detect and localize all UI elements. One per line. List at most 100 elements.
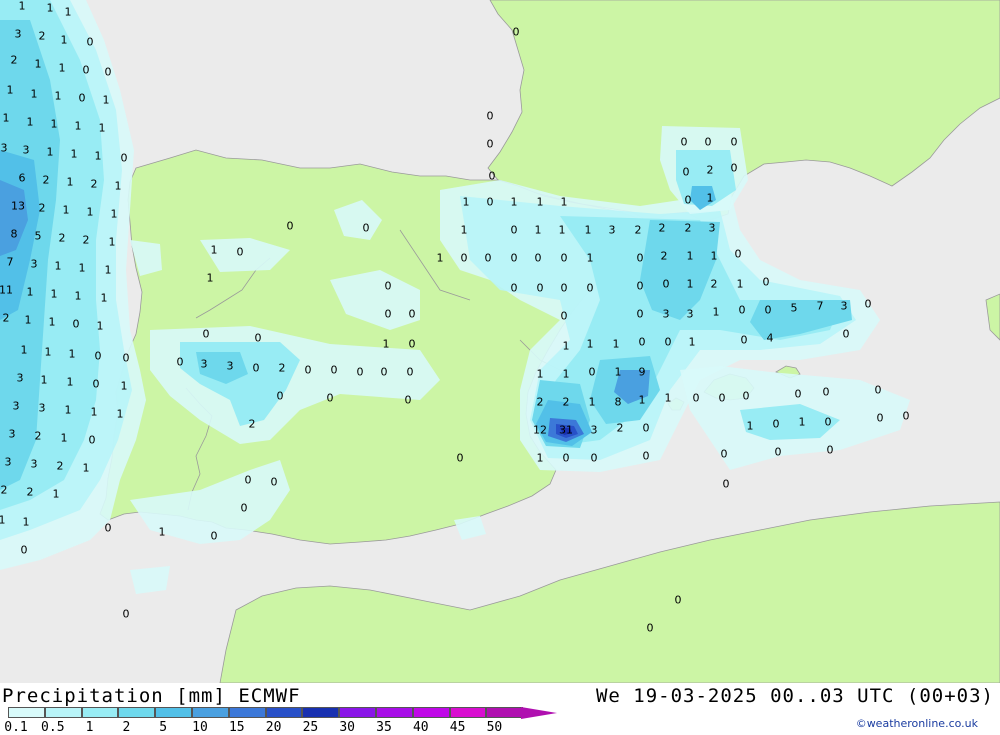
precip-value: 0 [326,391,334,405]
precip-value: 2 [660,249,668,263]
precip-value: 3 [226,359,234,373]
precip-value: 0 [286,219,294,233]
precip-value: 0 [682,165,690,179]
precip-value: 0 [510,281,518,295]
precip-value: 0 [510,223,518,237]
precip-value: 1 [638,393,646,407]
legend-swatch [376,707,413,718]
precip-value: 3 [840,299,848,313]
map-canvas [0,0,1000,683]
precip-value: 1 [686,277,694,291]
precip-value: 1 [104,263,112,277]
france-land [487,0,1000,223]
precip-value: 31 [559,423,573,437]
precip-value: 5 [790,301,798,315]
precip-value: 1 [114,179,122,193]
precip-value: 1 [60,33,68,47]
precip-value: 0 [202,327,210,341]
precip-value: 0 [560,251,568,265]
precip-value: 1 [116,407,124,421]
precip-value: 3 [608,223,616,237]
precip-value: 1 [44,345,52,359]
precip-value: 2 [90,177,98,191]
precip-value: 1 [58,61,66,75]
precip-value: 1 [70,147,78,161]
precip-value: 3 [590,423,598,437]
precipitation-map[interactable]: 1 1 1 3 2 1 0 2 1 1 0 0 1 1 1 0 1 1 1 1 1 1 3 3 1 1 1 0 6 2 1 2 1 13 2 1 1 1 8… [0,0,1000,683]
precip-value: 1 [436,251,444,265]
precip-value: 2 [562,395,570,409]
precip-value: 1 [712,305,720,319]
precip-value: 0 [902,409,910,423]
legend-swatch [8,707,45,718]
precip-value: 3 [8,427,16,441]
precip-value: 0 [254,331,262,345]
map-title: Precipitation [mm] ECMWF [2,685,301,707]
precip-value: 3 [4,455,12,469]
precip-value: 1 [74,119,82,133]
precip-value: 0 [876,411,884,425]
precip-value: 0 [774,445,782,459]
precip-value: 2 [38,201,46,215]
precip-value: 0 [674,593,682,607]
precip-value: 1 [664,391,672,405]
precip-value: 0 [72,317,80,331]
precip-value: 1 [40,373,48,387]
precip-value: 1 [46,145,54,159]
precip-value: 1 [586,337,594,351]
precip-value: 0 [636,307,644,321]
precip-value: 1 [68,347,76,361]
precip-value: 0 [484,251,492,265]
legend-swatch [81,707,119,718]
precip-value: 0 [720,447,728,461]
precip-value: 0 [240,501,248,515]
precip-value: 1 [54,89,62,103]
precip-value: 1 [90,405,98,419]
precip-value: 2 [26,485,34,499]
precip-value: 1 [536,367,544,381]
precip-value: 8 [614,395,622,409]
precip-value: 0 [842,327,850,341]
precip-value: 0 [486,195,494,209]
precip-value: 0 [822,385,830,399]
precip-value: 0 [78,91,86,105]
precip-value: 0 [86,35,94,49]
precip-value: 1 [688,335,696,349]
precip-value: 0 [636,279,644,293]
precip-value: 0 [404,393,412,407]
precip-value: 6 [18,171,26,185]
map-footer: Precipitation [mm] ECMWF We 19-03-2025 0… [0,683,1000,735]
precip-value: 0 [874,383,882,397]
precip-value: 0 [330,363,338,377]
precip-value: 1 [94,149,102,163]
precip-value: 11 [0,283,13,297]
precip-value: 0 [824,415,832,429]
precip-value: 0 [826,443,834,457]
credit-link[interactable]: ©weatheronline.co.uk [856,717,978,730]
precip-value: 3 [200,357,208,371]
precip-value: 2 [706,163,714,177]
precip-value: 2 [58,231,66,245]
precip-value: 0 [738,303,746,317]
precip-value: 3 [22,143,30,157]
precip-value: 3 [30,257,38,271]
precip-value: 0 [488,169,496,183]
precip-value: 1 [52,487,60,501]
precip-value: 1 [558,223,566,237]
precip-value: 0 [510,251,518,265]
legend-swatch [192,707,229,718]
precip-value: 3 [38,401,46,415]
precip-value: 3 [30,457,38,471]
precip-value: 0 [562,451,570,465]
precip-value: 0 [104,521,112,535]
precip-value: 0 [486,109,494,123]
precip-value: 2 [658,221,666,235]
precip-value: 1 [588,395,596,409]
precip-value: 0 [718,391,726,405]
precip-value: 1 [710,249,718,263]
precip-value: 1 [48,315,56,329]
precip-value: 0 [460,251,468,265]
precip-value: 3 [708,221,716,235]
precip-value: 0 [252,361,260,375]
precip-value: 1 [210,243,218,257]
